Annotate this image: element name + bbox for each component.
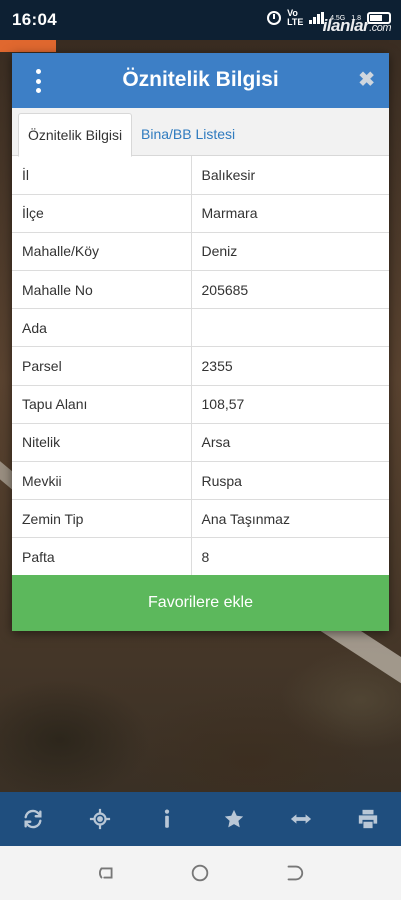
table-row: Tapu Alanı 108,57	[12, 385, 389, 424]
row-label: Mahalle No	[12, 270, 192, 310]
star-icon[interactable]	[214, 799, 254, 839]
row-value: 108,57	[191, 385, 389, 424]
measure-icon[interactable]	[281, 799, 321, 839]
table-row: Parsel 2355	[12, 346, 389, 386]
row-label: İl	[12, 156, 192, 195]
row-label: Parsel	[12, 346, 192, 386]
table-row: Zemin Tip Ana Taşınmaz	[12, 499, 389, 539]
row-label: İlçe	[12, 194, 192, 233]
row-label: Tapu Alanı	[12, 385, 192, 424]
home-icon[interactable]	[180, 853, 220, 893]
table-row: İlçe Marmara	[12, 194, 389, 233]
system-nav-bar	[0, 846, 401, 900]
locate-icon[interactable]	[80, 799, 120, 839]
row-label: Zemin Tip	[12, 499, 192, 539]
row-value: Balıkesir	[191, 156, 389, 195]
table-row: Mevkii Ruspa	[12, 461, 389, 501]
row-value: Ruspa	[191, 461, 389, 501]
dialog-tabs: Öznitelik Bilgisi Bina/BB Listesi	[12, 108, 389, 157]
tab-building-list[interactable]: Bina/BB Listesi	[132, 113, 244, 157]
alarm-icon	[267, 11, 282, 25]
row-value	[191, 308, 389, 348]
print-icon[interactable]	[348, 799, 388, 839]
row-label: Mahalle/Köy	[12, 232, 192, 272]
back-icon[interactable]	[274, 853, 314, 893]
row-label: Ada	[12, 308, 192, 348]
row-value: 8	[191, 537, 389, 577]
table-row: Mahalle/Köy Deniz	[12, 232, 389, 272]
map-orange-marker	[0, 40, 56, 52]
status-time: 16:04	[12, 10, 57, 29]
table-row: Mahalle No 205685	[12, 270, 389, 310]
tab-attribute-info[interactable]: Öznitelik Bilgisi	[18, 113, 133, 157]
attribute-table: İl Balıkesir İlçe Marmara Mahalle/Köy Deniz Ma…	[12, 156, 389, 577]
table-row: Ada	[12, 308, 389, 348]
row-value: 205685	[191, 270, 389, 310]
close-icon[interactable]: ✖	[358, 69, 375, 91]
row-label: Nitelik	[12, 423, 192, 463]
dialog-title: Öznitelik Bilgisi	[122, 68, 279, 91]
add-favorite-button[interactable]: Favorilere ekle	[12, 575, 389, 631]
recent-apps-icon[interactable]	[87, 853, 127, 893]
volte-icon: Vo LTE	[287, 8, 304, 27]
row-value: 2355	[191, 346, 389, 386]
row-value: Arsa	[191, 423, 389, 463]
row-value: Deniz	[191, 232, 389, 272]
dialog-header: Öznitelik Bilgisi ✖	[12, 53, 389, 108]
table-row: İl Balıkesir	[12, 156, 389, 195]
row-value: Marmara	[191, 194, 389, 233]
info-icon[interactable]	[147, 799, 187, 839]
row-value: Ana Taşınmaz	[191, 499, 389, 539]
row-label: Mevkii	[12, 461, 192, 501]
watermark-logo: ilanlar.com	[322, 16, 392, 35]
table-row: Pafta 8	[12, 537, 389, 577]
status-bar: 16:04 Vo LTE 4.5G 1.8 ilanlar.com	[0, 0, 401, 40]
table-row: Nitelik Arsa	[12, 423, 389, 463]
map-toolbar	[0, 792, 401, 846]
attribute-dialog: Öznitelik Bilgisi ✖ Öznitelik Bilgisi Bi…	[12, 53, 389, 631]
refresh-icon[interactable]	[13, 799, 53, 839]
row-label: Pafta	[12, 537, 192, 577]
